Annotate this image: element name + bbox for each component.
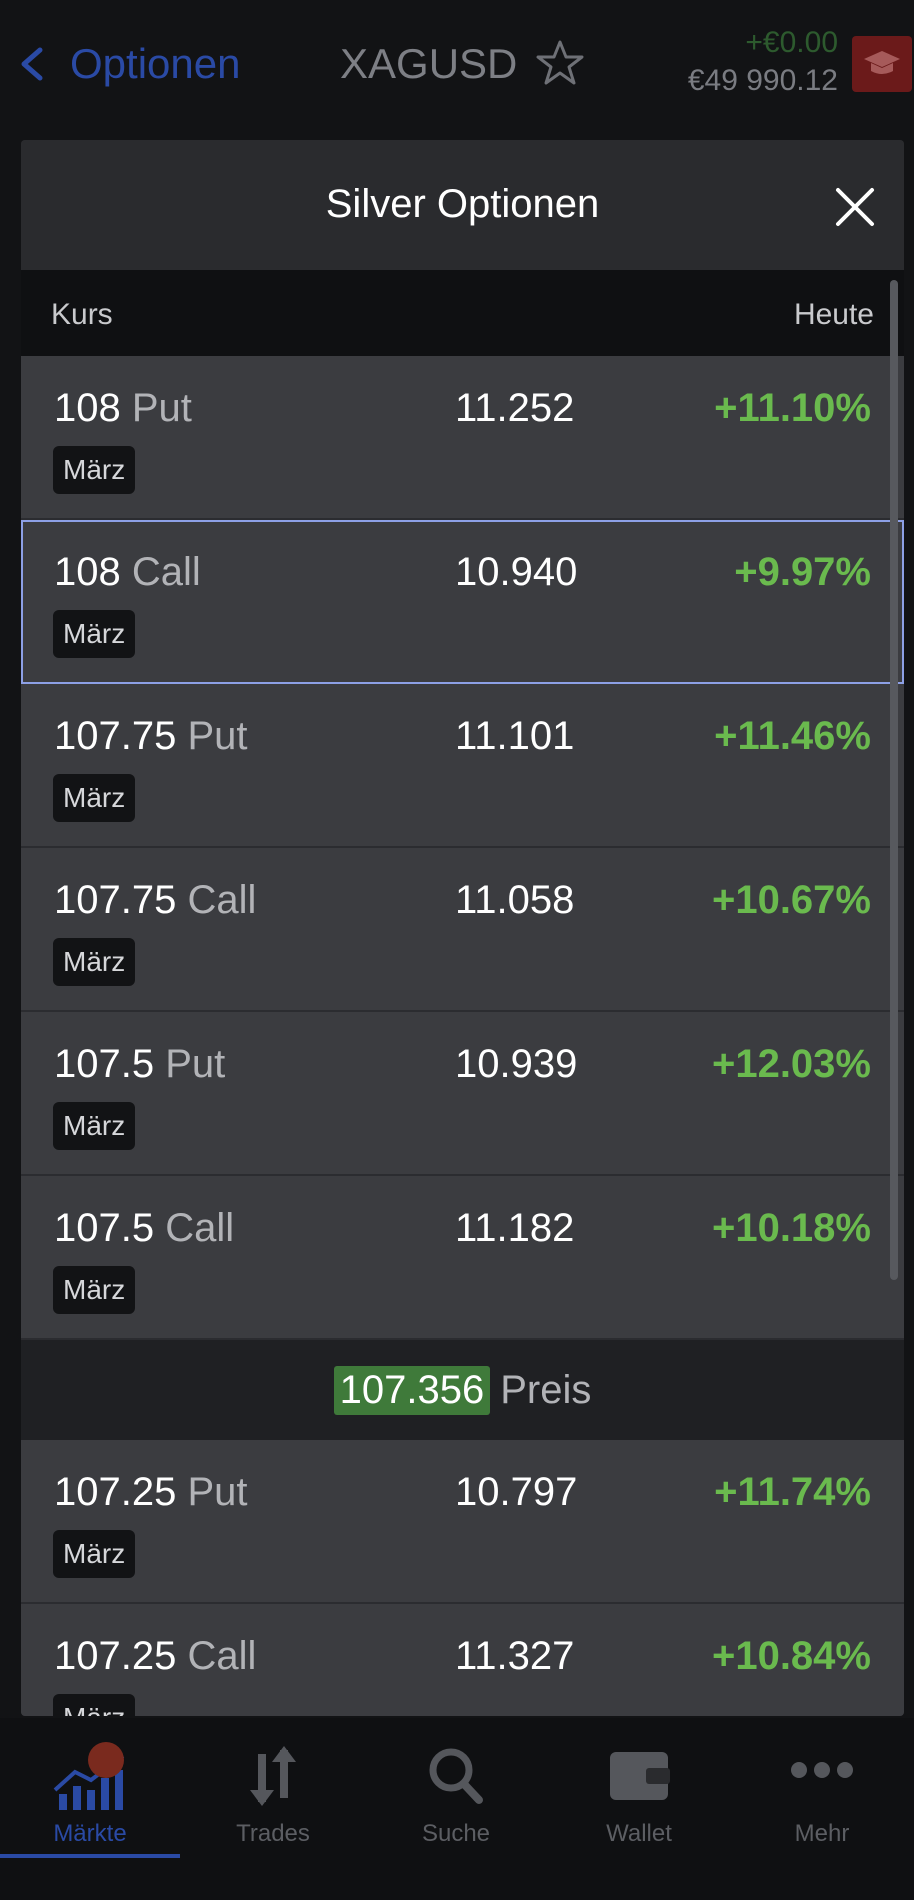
- option-price: 11.182: [455, 1206, 575, 1250]
- nav-item-more[interactable]: Mehr: [732, 1730, 912, 1870]
- option-row[interactable]: 108 Put März 11.252 +11.10%: [21, 356, 904, 520]
- option-change: +9.97%: [734, 550, 871, 594]
- hot-badge-icon: [88, 1742, 124, 1778]
- spot-price: 107.356: [333, 1365, 491, 1415]
- options-list: 108 Put März 11.252 +11.10% 108 Call Mär…: [21, 356, 904, 1716]
- option-change: +10.67%: [711, 878, 871, 922]
- option-row[interactable]: 107.5 Call März 11.182 +10.18%: [21, 1176, 904, 1340]
- close-icon[interactable]: [832, 184, 878, 230]
- option-strike-label: 107.75 Call: [54, 878, 257, 922]
- nav-item-markets[interactable]: Märkte: [0, 1730, 180, 1870]
- more-icon: [791, 1762, 853, 1778]
- star-icon[interactable]: [535, 38, 585, 88]
- trades-icon: [250, 1746, 296, 1806]
- balance-value: €49 990.12: [687, 64, 838, 97]
- option-strike-label: 107.75 Put: [54, 714, 248, 758]
- option-change: +11.74%: [714, 1470, 871, 1514]
- option-price: 11.101: [455, 714, 575, 758]
- options-modal: Silver Optionen Kurs Heute 108 Put März …: [21, 140, 904, 1716]
- option-price: 11.327: [455, 1634, 575, 1678]
- option-price: 10.797: [455, 1470, 578, 1514]
- nav-label-search: Suche: [421, 1820, 491, 1847]
- education-button[interactable]: [852, 36, 912, 92]
- expiry-badge: März: [53, 610, 136, 658]
- column-header: Kurs Heute: [21, 270, 904, 356]
- option-strike-label: 107.25 Put: [54, 1470, 248, 1514]
- modal-header: Silver Optionen: [21, 140, 904, 270]
- bottom-navigation: Märkte Trades Suche Wallet Mehr: [0, 1718, 914, 1900]
- option-row[interactable]: 107.75 Call März 11.058 +10.67%: [21, 848, 904, 1012]
- nav-label-more: Mehr: [794, 1820, 850, 1847]
- active-tab-indicator: [0, 1854, 180, 1858]
- option-price: 10.940: [455, 550, 578, 594]
- option-change: +11.10%: [714, 386, 871, 430]
- option-change: +10.84%: [711, 1634, 871, 1678]
- option-strike-label: 107.5 Put: [54, 1042, 226, 1086]
- option-price: 11.058: [455, 878, 575, 922]
- expiry-badge: März: [53, 1694, 136, 1716]
- option-change: +10.18%: [711, 1206, 871, 1250]
- option-strike-label: 107.5 Call: [54, 1206, 235, 1250]
- modal-title: Silver Optionen: [325, 182, 600, 226]
- nav-item-trades[interactable]: Trades: [183, 1730, 363, 1870]
- option-change: +12.03%: [711, 1042, 871, 1086]
- pnl-value: +€0.00: [745, 26, 838, 59]
- expiry-badge: März: [53, 446, 136, 494]
- expiry-badge: März: [53, 938, 136, 986]
- expiry-badge: März: [53, 1102, 136, 1150]
- option-strike-label: 107.25 Call: [54, 1634, 257, 1678]
- option-price: 10.939: [455, 1042, 578, 1086]
- option-change: +11.46%: [714, 714, 871, 758]
- option-strike-label: 108 Call: [54, 550, 201, 594]
- graduation-cap-icon: [864, 51, 900, 74]
- scrollbar[interactable]: [890, 280, 898, 1280]
- spot-price-row: 107.356 Preis: [21, 1340, 904, 1440]
- nav-label-markets: Märkte: [53, 1820, 127, 1847]
- spot-label: Preis: [500, 1367, 592, 1412]
- top-bar: Optionen XAGUSD +€0.00 €49 990.12: [0, 0, 914, 130]
- option-row[interactable]: 107.5 Put März 10.939 +12.03%: [21, 1012, 904, 1176]
- nav-item-wallet[interactable]: Wallet: [549, 1730, 729, 1870]
- nav-label-wallet: Wallet: [606, 1820, 672, 1847]
- column-kurs: Kurs: [51, 298, 113, 331]
- search-icon: [429, 1748, 483, 1804]
- instrument-symbol: XAGUSD: [340, 40, 518, 87]
- option-row[interactable]: 107.75 Put März 11.101 +11.46%: [21, 684, 904, 848]
- option-row[interactable]: 107.25 Put März 10.797 +11.74%: [21, 1440, 904, 1604]
- back-label[interactable]: Optionen: [70, 40, 240, 88]
- nav-label-trades: Trades: [236, 1820, 310, 1847]
- option-strike-label: 108 Put: [54, 386, 192, 430]
- column-heute: Heute: [793, 298, 874, 331]
- option-row-selected[interactable]: 108 Call März 10.940 +9.97%: [21, 520, 904, 684]
- expiry-badge: März: [53, 774, 136, 822]
- wallet-icon: [610, 1752, 670, 1800]
- nav-item-search[interactable]: Suche: [366, 1730, 546, 1870]
- option-row[interactable]: 107.25 Call März 11.327 +10.84%: [21, 1604, 904, 1716]
- expiry-badge: März: [53, 1266, 136, 1314]
- back-chevron-icon[interactable]: [14, 44, 50, 84]
- expiry-badge: März: [53, 1530, 136, 1578]
- option-price: 11.252: [455, 386, 575, 430]
